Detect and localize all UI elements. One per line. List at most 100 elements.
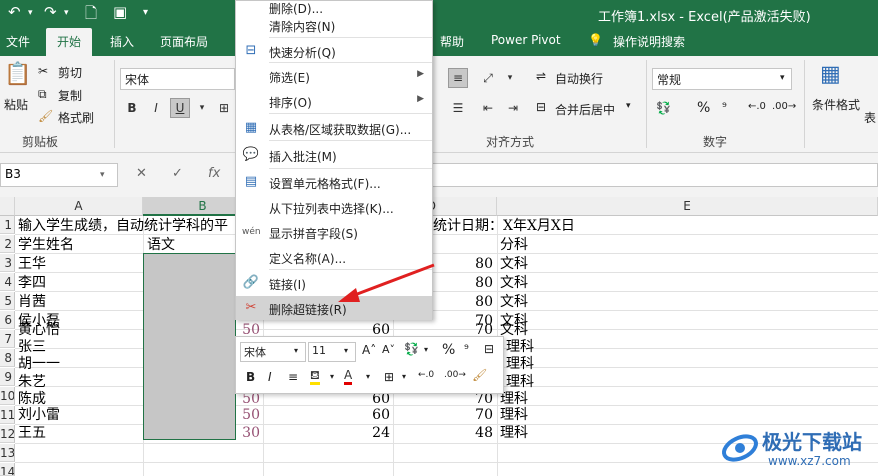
mini-decrease-decimal-icon[interactable]: .00→: [444, 370, 466, 380]
bold-button[interactable]: B: [122, 98, 142, 118]
tab-home[interactable]: 开始: [46, 28, 93, 56]
merge-center-button[interactable]: 合并后居中: [555, 101, 615, 118]
format-as-table-label[interactable]: 表: [864, 109, 876, 126]
undo-dropdown-icon[interactable]: ▾: [28, 8, 33, 18]
menu-item-insert-comment[interactable]: 💬 插入批注(M): [236, 143, 432, 167]
cut-button[interactable]: 剪切: [58, 64, 82, 81]
cell-a2[interactable]: 学生姓名: [18, 236, 74, 254]
mini-font-color-dropdown-icon[interactable]: ▾: [366, 372, 370, 381]
row-header[interactable]: 1: [0, 216, 15, 234]
mini-borders-icon[interactable]: ⊞: [384, 370, 394, 384]
row-header[interactable]: 3: [0, 254, 15, 272]
mini-align-center-icon[interactable]: ≡: [288, 370, 298, 384]
row-header[interactable]: 4: [0, 273, 15, 291]
cell-a13[interactable]: 王五: [18, 424, 46, 442]
cell-e12[interactable]: 理科: [500, 406, 528, 424]
cell-a12[interactable]: 刘小雷: [18, 406, 60, 424]
number-format-dropdown-icon[interactable]: ▾: [780, 73, 785, 83]
row-header[interactable]: 5: [0, 292, 15, 310]
mini-borders-dropdown-icon[interactable]: ▾: [402, 372, 406, 381]
format-painter-icon[interactable]: 🖌: [38, 109, 53, 123]
currency-format-icon[interactable]: 💱: [656, 101, 671, 115]
row-header[interactable]: 8: [0, 349, 15, 367]
cell-c12[interactable]: 60: [330, 406, 390, 424]
align-right-icon[interactable]: ☰: [448, 98, 468, 118]
cell-a3[interactable]: 王华: [18, 255, 46, 273]
cut-icon[interactable]: ✂: [38, 64, 48, 78]
comma-style-icon[interactable]: ⁹: [722, 100, 727, 114]
mini-size-dropdown-icon[interactable]: ▾: [344, 346, 348, 355]
row-header[interactable]: 13: [0, 444, 15, 462]
menu-item-filter[interactable]: 筛选(E) ▶: [236, 64, 432, 88]
mini-format-table-icon[interactable]: ⊟: [484, 342, 494, 356]
save-icon[interactable]: ▣: [113, 3, 127, 21]
cell-a10[interactable]: 朱艺: [18, 373, 46, 391]
column-header-a[interactable]: A: [15, 197, 143, 216]
row-header[interactable]: 7: [0, 330, 15, 348]
mini-fill-dropdown-icon[interactable]: ▾: [330, 372, 334, 381]
mini-bold-button[interactable]: B: [246, 370, 255, 384]
cancel-icon[interactable]: ✕: [136, 166, 147, 181]
mini-format-painter-icon[interactable]: 🖌: [472, 368, 487, 382]
cell-e10[interactable]: 理科: [506, 373, 534, 391]
merge-dropdown-icon[interactable]: ▾: [626, 101, 631, 111]
select-all-corner[interactable]: [0, 197, 15, 216]
tell-me-search[interactable]: 操作说明搜索: [613, 33, 685, 50]
cell-b12[interactable]: 50: [200, 406, 260, 424]
insert-function-button[interactable]: fx: [208, 166, 220, 181]
row-header[interactable]: 10: [0, 387, 15, 405]
orientation-icon[interactable]: ⤢: [478, 68, 498, 88]
align-bottom-button[interactable]: ≡: [448, 68, 468, 88]
tab-insert[interactable]: 插入: [110, 33, 134, 50]
redo-dropdown-icon[interactable]: ▾: [64, 8, 69, 18]
menu-item-get-data-from-table[interactable]: ▦ 从表格/区域获取数据(G)...: [236, 116, 432, 140]
row-header[interactable]: 12: [0, 425, 15, 443]
row-header[interactable]: 11: [0, 406, 15, 424]
menu-item-clear-contents[interactable]: 清除内容(N): [236, 13, 432, 37]
mini-font-color-icon[interactable]: A: [344, 368, 353, 385]
cell-e5[interactable]: 文科: [500, 293, 528, 311]
decrease-font-size-icon[interactable]: A˅: [382, 343, 395, 356]
mini-increase-decimal-icon[interactable]: ←.0: [418, 370, 434, 380]
tab-help[interactable]: 帮助: [440, 33, 464, 50]
cell-d13[interactable]: 48: [433, 424, 493, 442]
wrap-text-button[interactable]: 自动换行: [555, 70, 603, 87]
cell-e7[interactable]: 文科: [500, 321, 528, 339]
menu-item-quick-analysis[interactable]: ⊟ 快速分析(Q): [236, 39, 432, 63]
decrease-decimal-icon[interactable]: .00→: [772, 101, 796, 112]
menu-item-show-phonetic[interactable]: wén 显示拼音字段(S): [236, 220, 432, 244]
tab-page-layout[interactable]: 页面布局: [160, 33, 208, 50]
format-painter-button[interactable]: 格式刷: [58, 109, 94, 126]
mini-comma-icon[interactable]: ⁹: [464, 342, 469, 356]
mini-size-box[interactable]: 11: [308, 342, 356, 362]
cell-b2[interactable]: 语文: [147, 236, 175, 254]
print-preview-icon[interactable]: 🗋: [85, 3, 97, 28]
conditional-formatting-icon[interactable]: ▦: [820, 62, 841, 87]
row-header[interactable]: 6: [0, 311, 15, 329]
cell-d5[interactable]: 80: [433, 293, 493, 311]
paste-icon[interactable]: 📋: [4, 62, 31, 87]
tab-power-pivot[interactable]: Power Pivot: [491, 33, 561, 47]
paste-button[interactable]: 粘贴: [4, 96, 28, 113]
underline-button[interactable]: U: [170, 98, 190, 118]
mini-currency-icon[interactable]: 💱: [404, 342, 419, 356]
wrap-text-icon[interactable]: ⇌: [536, 69, 546, 83]
mini-font-dropdown-icon[interactable]: ▾: [294, 346, 298, 355]
tab-file[interactable]: 文件: [6, 33, 30, 50]
cell-d4[interactable]: 80: [433, 274, 493, 292]
name-box-dropdown-icon[interactable]: ▾: [100, 170, 105, 180]
mini-currency-dropdown-icon[interactable]: ▾: [424, 345, 428, 354]
borders-icon[interactable]: ⊞: [214, 98, 234, 118]
cell-b13[interactable]: 30: [200, 424, 260, 442]
merge-center-icon[interactable]: ⊟: [536, 100, 546, 114]
conditional-formatting-button[interactable]: 条件格式: [812, 96, 860, 113]
increase-font-size-icon[interactable]: A˄: [362, 343, 376, 357]
cell-d1[interactable]: 统计日期：X年X月X日: [433, 217, 575, 235]
cell-c13[interactable]: 24: [330, 424, 390, 442]
cell-a9[interactable]: 胡一一: [18, 355, 60, 373]
cell-e2[interactable]: 分科: [500, 236, 528, 254]
cell-a4[interactable]: 李四: [18, 274, 46, 292]
undo-icon[interactable]: ↶: [8, 3, 21, 21]
number-format-box[interactable]: 常规: [652, 68, 792, 90]
copy-icon[interactable]: ⧉: [38, 87, 47, 102]
